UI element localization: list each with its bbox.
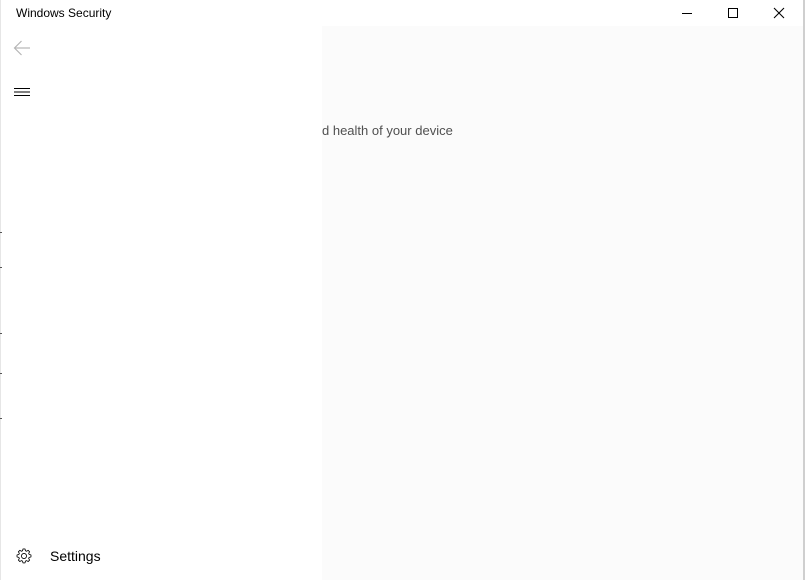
close-icon <box>773 7 785 19</box>
back-arrow-icon <box>13 40 30 56</box>
minimize-button[interactable] <box>664 0 710 26</box>
close-button[interactable] <box>756 0 802 26</box>
back-button[interactable] <box>2 28 42 68</box>
edge-artifact <box>0 373 2 374</box>
left-window-border <box>0 0 1 580</box>
gear-icon <box>16 548 32 564</box>
window-title: Windows Security <box>16 6 112 20</box>
edge-artifact <box>0 267 2 268</box>
maximize-icon <box>728 8 738 18</box>
nav-item-settings-label: Settings <box>50 548 101 564</box>
content-area: d health of your device <box>322 26 803 580</box>
maximize-button[interactable] <box>710 0 756 26</box>
navigation-pane: Settings <box>1 26 322 580</box>
menu-toggle-button[interactable] <box>2 72 42 112</box>
page-subtitle-fragment: d health of your device <box>322 123 453 138</box>
title-bar[interactable]: Windows Security <box>0 0 805 26</box>
minimize-icon <box>682 13 692 14</box>
windows-security-window: Windows Security Settings d health of yo… <box>0 0 805 580</box>
nav-item-settings[interactable]: Settings <box>2 538 322 574</box>
hamburger-menu-icon <box>14 88 30 96</box>
edge-artifact <box>0 333 2 334</box>
edge-artifact <box>0 232 2 233</box>
edge-artifact <box>0 418 2 419</box>
